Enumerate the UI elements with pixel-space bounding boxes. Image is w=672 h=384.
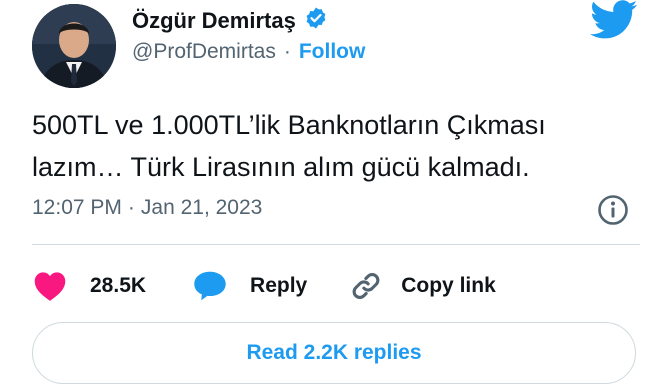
tweet-text-line: 500TL ve 1.000TL’lik Banknotların Çıkmas… [32,110,546,140]
reply-label: Reply [250,274,308,297]
heart-icon [32,270,68,302]
like-count: 28.5K [90,274,147,297]
avatar[interactable] [32,4,116,88]
like-button[interactable]: 28.5K [32,270,146,302]
tweet-timestamp[interactable]: 12:07 PM · Jan 21, 2023 [32,196,262,220]
handle-separator: · [283,40,291,63]
speech-bubble-icon [192,270,228,302]
info-icon[interactable] [596,193,630,232]
verified-badge-icon [304,6,328,35]
tweet-date: Jan 21, 2023 [140,196,263,219]
author-handle[interactable]: @ProfDemirtas [132,40,276,64]
twitter-bird-icon[interactable] [590,0,638,45]
tweet-text-line: lazım… Türk Lirasının alım gücü kalmadı. [32,152,530,182]
link-icon [349,269,383,303]
tweet-text: 500TL ve 1.000TL’lik Banknotların Çıkmas… [32,104,632,188]
timestamp-separator: · [127,196,135,219]
read-replies-button[interactable]: Read 2.2K replies [32,322,636,384]
copy-link-label: Copy link [401,274,496,297]
author-name-row: Özgür Demirtaş [132,6,328,35]
copy-link-button[interactable]: Copy link [349,269,496,303]
reply-button[interactable]: Reply [192,270,307,302]
tweet-actions: 28.5K Reply Copy link [32,268,496,304]
read-replies-label: Read 2.2K replies [246,341,422,364]
divider [32,244,640,245]
follow-button[interactable]: Follow [299,40,366,64]
tweet-time: 12:07 PM [32,196,122,219]
author-name[interactable]: Özgür Demirtaş [132,8,296,34]
author-handle-row: @ProfDemirtas · Follow [132,40,365,64]
